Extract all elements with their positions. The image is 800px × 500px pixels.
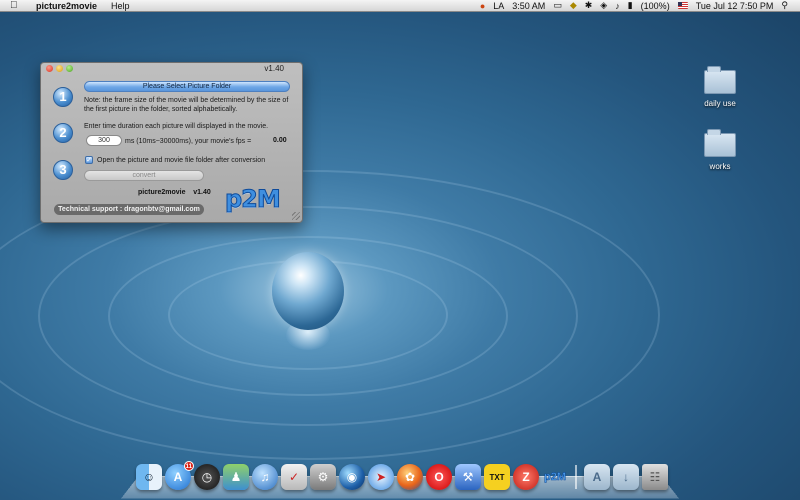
menubar-world-clock[interactable]: 3:50 AM xyxy=(512,1,545,11)
menubar:  picture2movie Help ● LA 3:50 AM ▭ ◆ ✱ … xyxy=(0,0,800,12)
system-preferences-icon[interactable]: ⚙ xyxy=(310,464,336,490)
xcode-icon[interactable]: ⚒ xyxy=(455,464,481,490)
window-version-label: v1.40 xyxy=(264,64,284,73)
app-store-badge: 11 xyxy=(183,461,194,471)
step-3-badge: 3 xyxy=(53,160,73,180)
applications-folder-icon[interactable]: A xyxy=(584,464,610,490)
display-icon[interactable]: ▭ xyxy=(553,0,562,11)
zotero-icon[interactable]: Z xyxy=(513,464,539,490)
p2m-dock-label: p2M xyxy=(544,471,567,484)
finder-icon[interactable]: ☺ xyxy=(136,464,162,490)
p2m-logo: p2M xyxy=(225,185,282,214)
spotlight-search-icon[interactable]: ⚲ xyxy=(781,0,788,11)
app-store-icon[interactable]: A 11 xyxy=(165,461,194,490)
folder-icon xyxy=(704,66,736,94)
brand-label: picture2movie v1.40 xyxy=(138,189,211,196)
folder-label: works xyxy=(709,162,731,171)
window-close-button[interactable] xyxy=(46,65,53,72)
menubar-locale[interactable]: LA xyxy=(493,1,504,11)
folder-label: daily use xyxy=(704,99,736,108)
google-earth-icon[interactable]: ◉ xyxy=(339,464,365,490)
apple-menu-icon[interactable]:  xyxy=(10,0,24,11)
technical-support-label: Technical support : dragonbtv@gmail.com xyxy=(54,204,204,215)
p2m-dock-icon[interactable]: p2M xyxy=(542,464,568,490)
downloads-folder-icon[interactable]: ↓ xyxy=(613,464,639,490)
window-zoom-button[interactable] xyxy=(66,65,73,72)
window-titlebar[interactable]: v1.40 xyxy=(41,63,302,74)
duration-input[interactable]: 300 xyxy=(86,135,122,146)
brand-version: v1.40 xyxy=(193,189,211,196)
caution-icon[interactable]: ◆ xyxy=(570,0,577,11)
trash-icon[interactable]: ☷ xyxy=(642,464,668,490)
duration-prompt: Enter time duration each picture will di… xyxy=(84,123,269,130)
step-2-badge: 2 xyxy=(53,123,73,143)
desktop-folder-daily-use[interactable]: daily use xyxy=(690,66,750,108)
desktop-folder-works[interactable]: works xyxy=(690,129,750,171)
itunes-icon[interactable]: ♫ xyxy=(252,464,278,490)
wallpaper-water-drop xyxy=(272,252,344,330)
picture2movie-window: v1.40 1 Please Select Picture Folder Not… xyxy=(40,62,303,223)
battery-percent[interactable]: (100%) xyxy=(641,1,670,11)
window-minimize-button[interactable] xyxy=(56,65,63,72)
safari-icon[interactable]: ➤ xyxy=(368,464,394,490)
volume-icon[interactable]: ♪ xyxy=(615,1,620,11)
fps-value: 0.00 xyxy=(273,137,287,144)
dashboard-icon[interactable]: ◷ xyxy=(194,464,220,490)
menubar-status-area: ● LA 3:50 AM ▭ ◆ ✱ ◈ ♪ ▮ (100%) Tue Jul … xyxy=(480,0,800,11)
firefox-icon[interactable]: ✿ xyxy=(397,464,423,490)
menu-help[interactable]: Help xyxy=(111,1,130,11)
folder-icon xyxy=(704,129,736,157)
menubar-clock[interactable]: Tue Jul 12 7:50 PM xyxy=(696,1,774,11)
messenger-icon[interactable]: ♟ xyxy=(223,464,249,490)
convert-button[interactable]: convert xyxy=(84,170,204,181)
frame-size-note: Note: the frame size of the movie will b… xyxy=(84,97,289,113)
brand-name: picture2movie xyxy=(138,189,186,196)
us-flag-icon[interactable] xyxy=(677,2,688,9)
select-picture-folder-button[interactable]: Please Select Picture Folder xyxy=(84,81,290,92)
record-status-icon[interactable]: ● xyxy=(480,1,485,11)
open-folder-label[interactable]: Open the picture and movie file folder a… xyxy=(97,156,265,165)
step-1-badge: 1 xyxy=(53,87,73,107)
text-editor-icon[interactable]: TXT xyxy=(484,464,510,490)
resize-grip[interactable] xyxy=(292,212,300,220)
battery-icon[interactable]: ▮ xyxy=(628,0,633,11)
wifi-icon[interactable]: ◈ xyxy=(600,0,607,11)
duration-suffix: ms (10ms~30000ms), your movie's fps = xyxy=(125,138,252,145)
mail-icon[interactable]: ✓ xyxy=(281,464,307,490)
dock-separator xyxy=(575,465,577,489)
txt-label: TXT xyxy=(489,472,505,482)
dock: ☺ A 11 ◷ ♟ ♫ ✓ ⚙ ◉ ➤ ✿ O ⚒ TXT Z p2M A ↓ … xyxy=(136,461,668,492)
opera-icon[interactable]: O xyxy=(426,464,452,490)
menu-app-name[interactable]: picture2movie xyxy=(36,1,97,11)
bluetooth-icon[interactable]: ✱ xyxy=(585,0,593,11)
open-folder-checkbox[interactable]: ✓ xyxy=(85,156,93,164)
